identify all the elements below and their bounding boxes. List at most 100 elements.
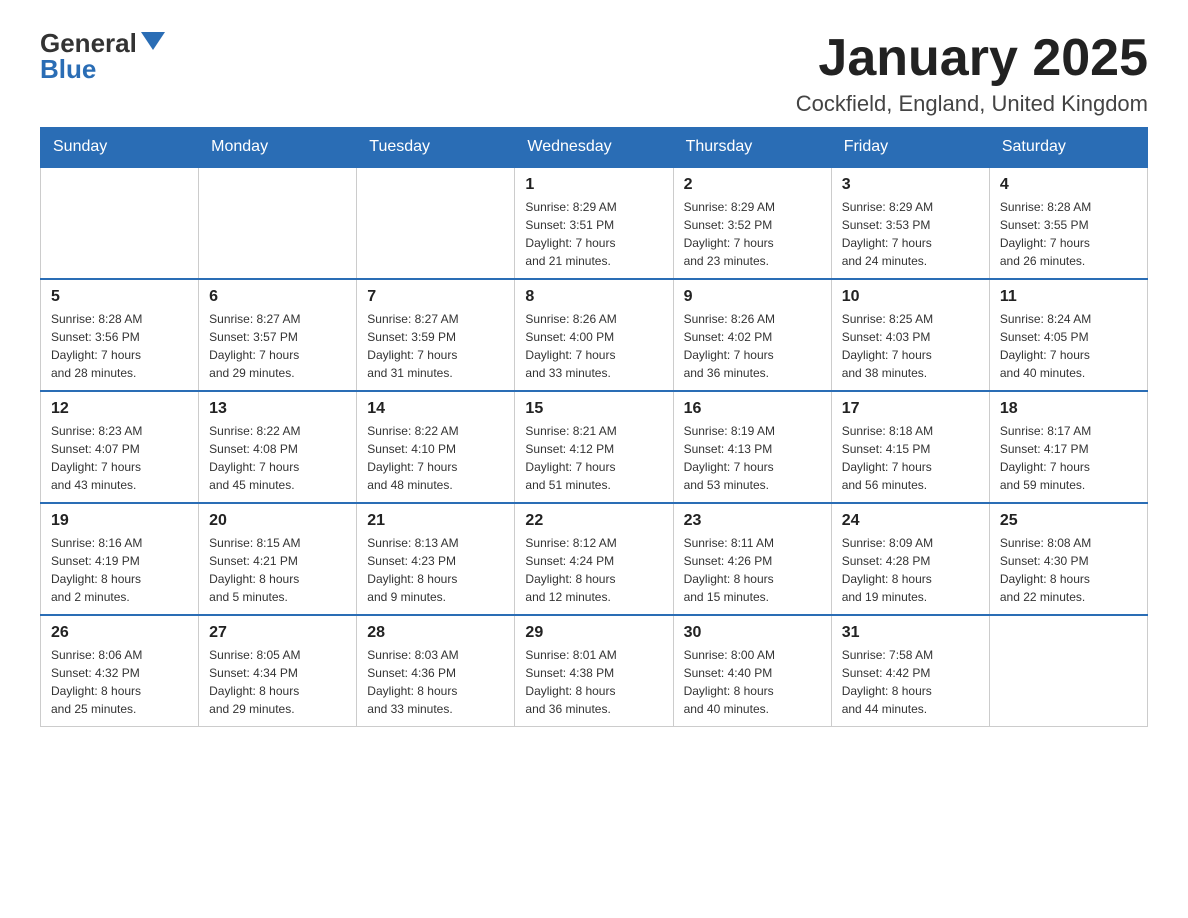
calendar-week-row: 5Sunrise: 8:28 AM Sunset: 3:56 PM Daylig… bbox=[41, 279, 1148, 391]
day-number: 4 bbox=[1000, 176, 1137, 194]
calendar-cell: 20 Sunrise: 8:15 AM Sunset: 4:21 PM Dayli… bbox=[199, 503, 357, 615]
day-info: Sunrise: 8:22 AM Sunset: 4:10 PM Dayligh… bbox=[367, 422, 504, 494]
day-number: 20 bbox=[209, 512, 346, 530]
day-number: 14 bbox=[367, 400, 504, 418]
day-info: Sunrise: 8:26 AM Sunset: 4:02 PM Dayligh… bbox=[684, 310, 821, 382]
calendar-cell: 19Sunrise: 8:16 AM Sunset: 4:19 PM Dayli… bbox=[41, 503, 199, 615]
day-info: Sunrise: 8:05 AM Sunset: 4:34 PM Dayligh… bbox=[209, 646, 346, 718]
day-info: Sunrise: 7:58 AM Sunset: 4:42 PM Dayligh… bbox=[842, 646, 979, 718]
calendar-cell: 1 Sunrise: 8:29 AM Sunset: 3:51 PM Daylig… bbox=[515, 167, 673, 279]
day-info: Sunrise: 8:01 AM Sunset: 4:38 PM Dayligh… bbox=[525, 646, 662, 718]
day-number: 26 bbox=[51, 624, 188, 642]
logo-blue-text: Blue bbox=[40, 56, 96, 82]
page-header: General Blue January 2025 Cockfield, Eng… bbox=[40, 30, 1148, 117]
column-header-saturday: Saturday bbox=[989, 128, 1147, 168]
day-info: Sunrise: 8:27 AM Sunset: 3:59 PM Dayligh… bbox=[367, 310, 504, 382]
day-number: 11 bbox=[1000, 288, 1137, 306]
day-number: 31 bbox=[842, 624, 979, 642]
day-number: 17 bbox=[842, 400, 979, 418]
day-info: Sunrise: 8:16 AM Sunset: 4:19 PM Dayligh… bbox=[51, 534, 188, 606]
calendar-cell: 14 Sunrise: 8:22 AM Sunset: 4:10 PM Dayli… bbox=[357, 391, 515, 503]
day-info: Sunrise: 8:29 AM Sunset: 3:51 PM Dayligh… bbox=[525, 198, 662, 270]
day-info: Sunrise: 8:26 AM Sunset: 4:00 PM Dayligh… bbox=[525, 310, 662, 382]
calendar-week-row: 12 Sunrise: 8:23 AM Sunset: 4:07 PM Dayli… bbox=[41, 391, 1148, 503]
column-header-thursday: Thursday bbox=[673, 128, 831, 168]
calendar-week-row: 26 Sunrise: 8:06 AM Sunset: 4:32 PM Dayli… bbox=[41, 615, 1148, 727]
calendar-cell: 15 Sunrise: 8:21 AM Sunset: 4:12 PM Dayli… bbox=[515, 391, 673, 503]
calendar-cell: 11 Sunrise: 8:24 AM Sunset: 4:05 PM Dayli… bbox=[989, 279, 1147, 391]
day-number: 6 bbox=[209, 288, 346, 306]
day-info: Sunrise: 8:24 AM Sunset: 4:05 PM Dayligh… bbox=[1000, 310, 1137, 382]
day-info: Sunrise: 8:29 AM Sunset: 3:53 PM Dayligh… bbox=[842, 198, 979, 270]
calendar-cell: 29Sunrise: 8:01 AM Sunset: 4:38 PM Dayli… bbox=[515, 615, 673, 727]
calendar-cell: 21 Sunrise: 8:13 AM Sunset: 4:23 PM Dayli… bbox=[357, 503, 515, 615]
day-info: Sunrise: 8:22 AM Sunset: 4:08 PM Dayligh… bbox=[209, 422, 346, 494]
column-header-friday: Friday bbox=[831, 128, 989, 168]
title-block: January 2025 Cockfield, England, United … bbox=[796, 30, 1148, 117]
logo-triangle-icon bbox=[141, 32, 165, 50]
day-number: 12 bbox=[51, 400, 188, 418]
calendar-cell: 26 Sunrise: 8:06 AM Sunset: 4:32 PM Dayli… bbox=[41, 615, 199, 727]
calendar-cell: 8 Sunrise: 8:26 AM Sunset: 4:00 PM Daylig… bbox=[515, 279, 673, 391]
calendar-week-row: 19Sunrise: 8:16 AM Sunset: 4:19 PM Dayli… bbox=[41, 503, 1148, 615]
calendar-cell: 4Sunrise: 8:28 AM Sunset: 3:55 PM Daylig… bbox=[989, 167, 1147, 279]
calendar-cell: 27 Sunrise: 8:05 AM Sunset: 4:34 PM Dayli… bbox=[199, 615, 357, 727]
calendar-cell: 3 Sunrise: 8:29 AM Sunset: 3:53 PM Daylig… bbox=[831, 167, 989, 279]
day-info: Sunrise: 8:28 AM Sunset: 3:56 PM Dayligh… bbox=[51, 310, 188, 382]
column-header-monday: Monday bbox=[199, 128, 357, 168]
day-number: 3 bbox=[842, 176, 979, 194]
day-number: 25 bbox=[1000, 512, 1137, 530]
calendar-cell: 23 Sunrise: 8:11 AM Sunset: 4:26 PM Dayli… bbox=[673, 503, 831, 615]
column-header-tuesday: Tuesday bbox=[357, 128, 515, 168]
logo-general-text: General bbox=[40, 30, 137, 56]
day-info: Sunrise: 8:08 AM Sunset: 4:30 PM Dayligh… bbox=[1000, 534, 1137, 606]
calendar-table: SundayMondayTuesdayWednesdayThursdayFrid… bbox=[40, 127, 1148, 727]
day-number: 13 bbox=[209, 400, 346, 418]
day-number: 27 bbox=[209, 624, 346, 642]
calendar-cell: 31 Sunrise: 7:58 AM Sunset: 4:42 PM Dayli… bbox=[831, 615, 989, 727]
day-number: 1 bbox=[525, 176, 662, 194]
day-number: 24 bbox=[842, 512, 979, 530]
day-info: Sunrise: 8:25 AM Sunset: 4:03 PM Dayligh… bbox=[842, 310, 979, 382]
day-number: 16 bbox=[684, 400, 821, 418]
day-info: Sunrise: 8:23 AM Sunset: 4:07 PM Dayligh… bbox=[51, 422, 188, 494]
day-number: 22 bbox=[525, 512, 662, 530]
day-info: Sunrise: 8:17 AM Sunset: 4:17 PM Dayligh… bbox=[1000, 422, 1137, 494]
calendar-cell bbox=[989, 615, 1147, 727]
day-info: Sunrise: 8:15 AM Sunset: 4:21 PM Dayligh… bbox=[209, 534, 346, 606]
day-number: 21 bbox=[367, 512, 504, 530]
month-title: January 2025 bbox=[796, 30, 1148, 87]
day-number: 15 bbox=[525, 400, 662, 418]
calendar-cell: 24 Sunrise: 8:09 AM Sunset: 4:28 PM Dayli… bbox=[831, 503, 989, 615]
calendar-cell: 16Sunrise: 8:19 AM Sunset: 4:13 PM Dayli… bbox=[673, 391, 831, 503]
day-info: Sunrise: 8:06 AM Sunset: 4:32 PM Dayligh… bbox=[51, 646, 188, 718]
calendar-cell: 6Sunrise: 8:27 AM Sunset: 3:57 PM Daylig… bbox=[199, 279, 357, 391]
day-number: 9 bbox=[684, 288, 821, 306]
calendar-cell bbox=[41, 167, 199, 279]
day-info: Sunrise: 8:09 AM Sunset: 4:28 PM Dayligh… bbox=[842, 534, 979, 606]
calendar-cell: 22Sunrise: 8:12 AM Sunset: 4:24 PM Dayli… bbox=[515, 503, 673, 615]
day-number: 10 bbox=[842, 288, 979, 306]
day-info: Sunrise: 8:29 AM Sunset: 3:52 PM Dayligh… bbox=[684, 198, 821, 270]
calendar-cell: 5Sunrise: 8:28 AM Sunset: 3:56 PM Daylig… bbox=[41, 279, 199, 391]
day-info: Sunrise: 8:13 AM Sunset: 4:23 PM Dayligh… bbox=[367, 534, 504, 606]
day-info: Sunrise: 8:11 AM Sunset: 4:26 PM Dayligh… bbox=[684, 534, 821, 606]
day-number: 18 bbox=[1000, 400, 1137, 418]
calendar-cell: 28 Sunrise: 8:03 AM Sunset: 4:36 PM Dayli… bbox=[357, 615, 515, 727]
day-info: Sunrise: 8:00 AM Sunset: 4:40 PM Dayligh… bbox=[684, 646, 821, 718]
day-number: 23 bbox=[684, 512, 821, 530]
calendar-week-row: 1 Sunrise: 8:29 AM Sunset: 3:51 PM Daylig… bbox=[41, 167, 1148, 279]
calendar-cell: 10 Sunrise: 8:25 AM Sunset: 4:03 PM Dayli… bbox=[831, 279, 989, 391]
day-number: 28 bbox=[367, 624, 504, 642]
day-info: Sunrise: 8:18 AM Sunset: 4:15 PM Dayligh… bbox=[842, 422, 979, 494]
logo: General Blue bbox=[40, 30, 165, 82]
calendar-cell: 7Sunrise: 8:27 AM Sunset: 3:59 PM Daylig… bbox=[357, 279, 515, 391]
calendar-header-row: SundayMondayTuesdayWednesdayThursdayFrid… bbox=[41, 128, 1148, 168]
calendar-cell: 2Sunrise: 8:29 AM Sunset: 3:52 PM Daylig… bbox=[673, 167, 831, 279]
calendar-cell: 12 Sunrise: 8:23 AM Sunset: 4:07 PM Dayli… bbox=[41, 391, 199, 503]
calendar-cell: 30 Sunrise: 8:00 AM Sunset: 4:40 PM Dayli… bbox=[673, 615, 831, 727]
day-info: Sunrise: 8:21 AM Sunset: 4:12 PM Dayligh… bbox=[525, 422, 662, 494]
day-number: 8 bbox=[525, 288, 662, 306]
day-number: 30 bbox=[684, 624, 821, 642]
day-info: Sunrise: 8:03 AM Sunset: 4:36 PM Dayligh… bbox=[367, 646, 504, 718]
